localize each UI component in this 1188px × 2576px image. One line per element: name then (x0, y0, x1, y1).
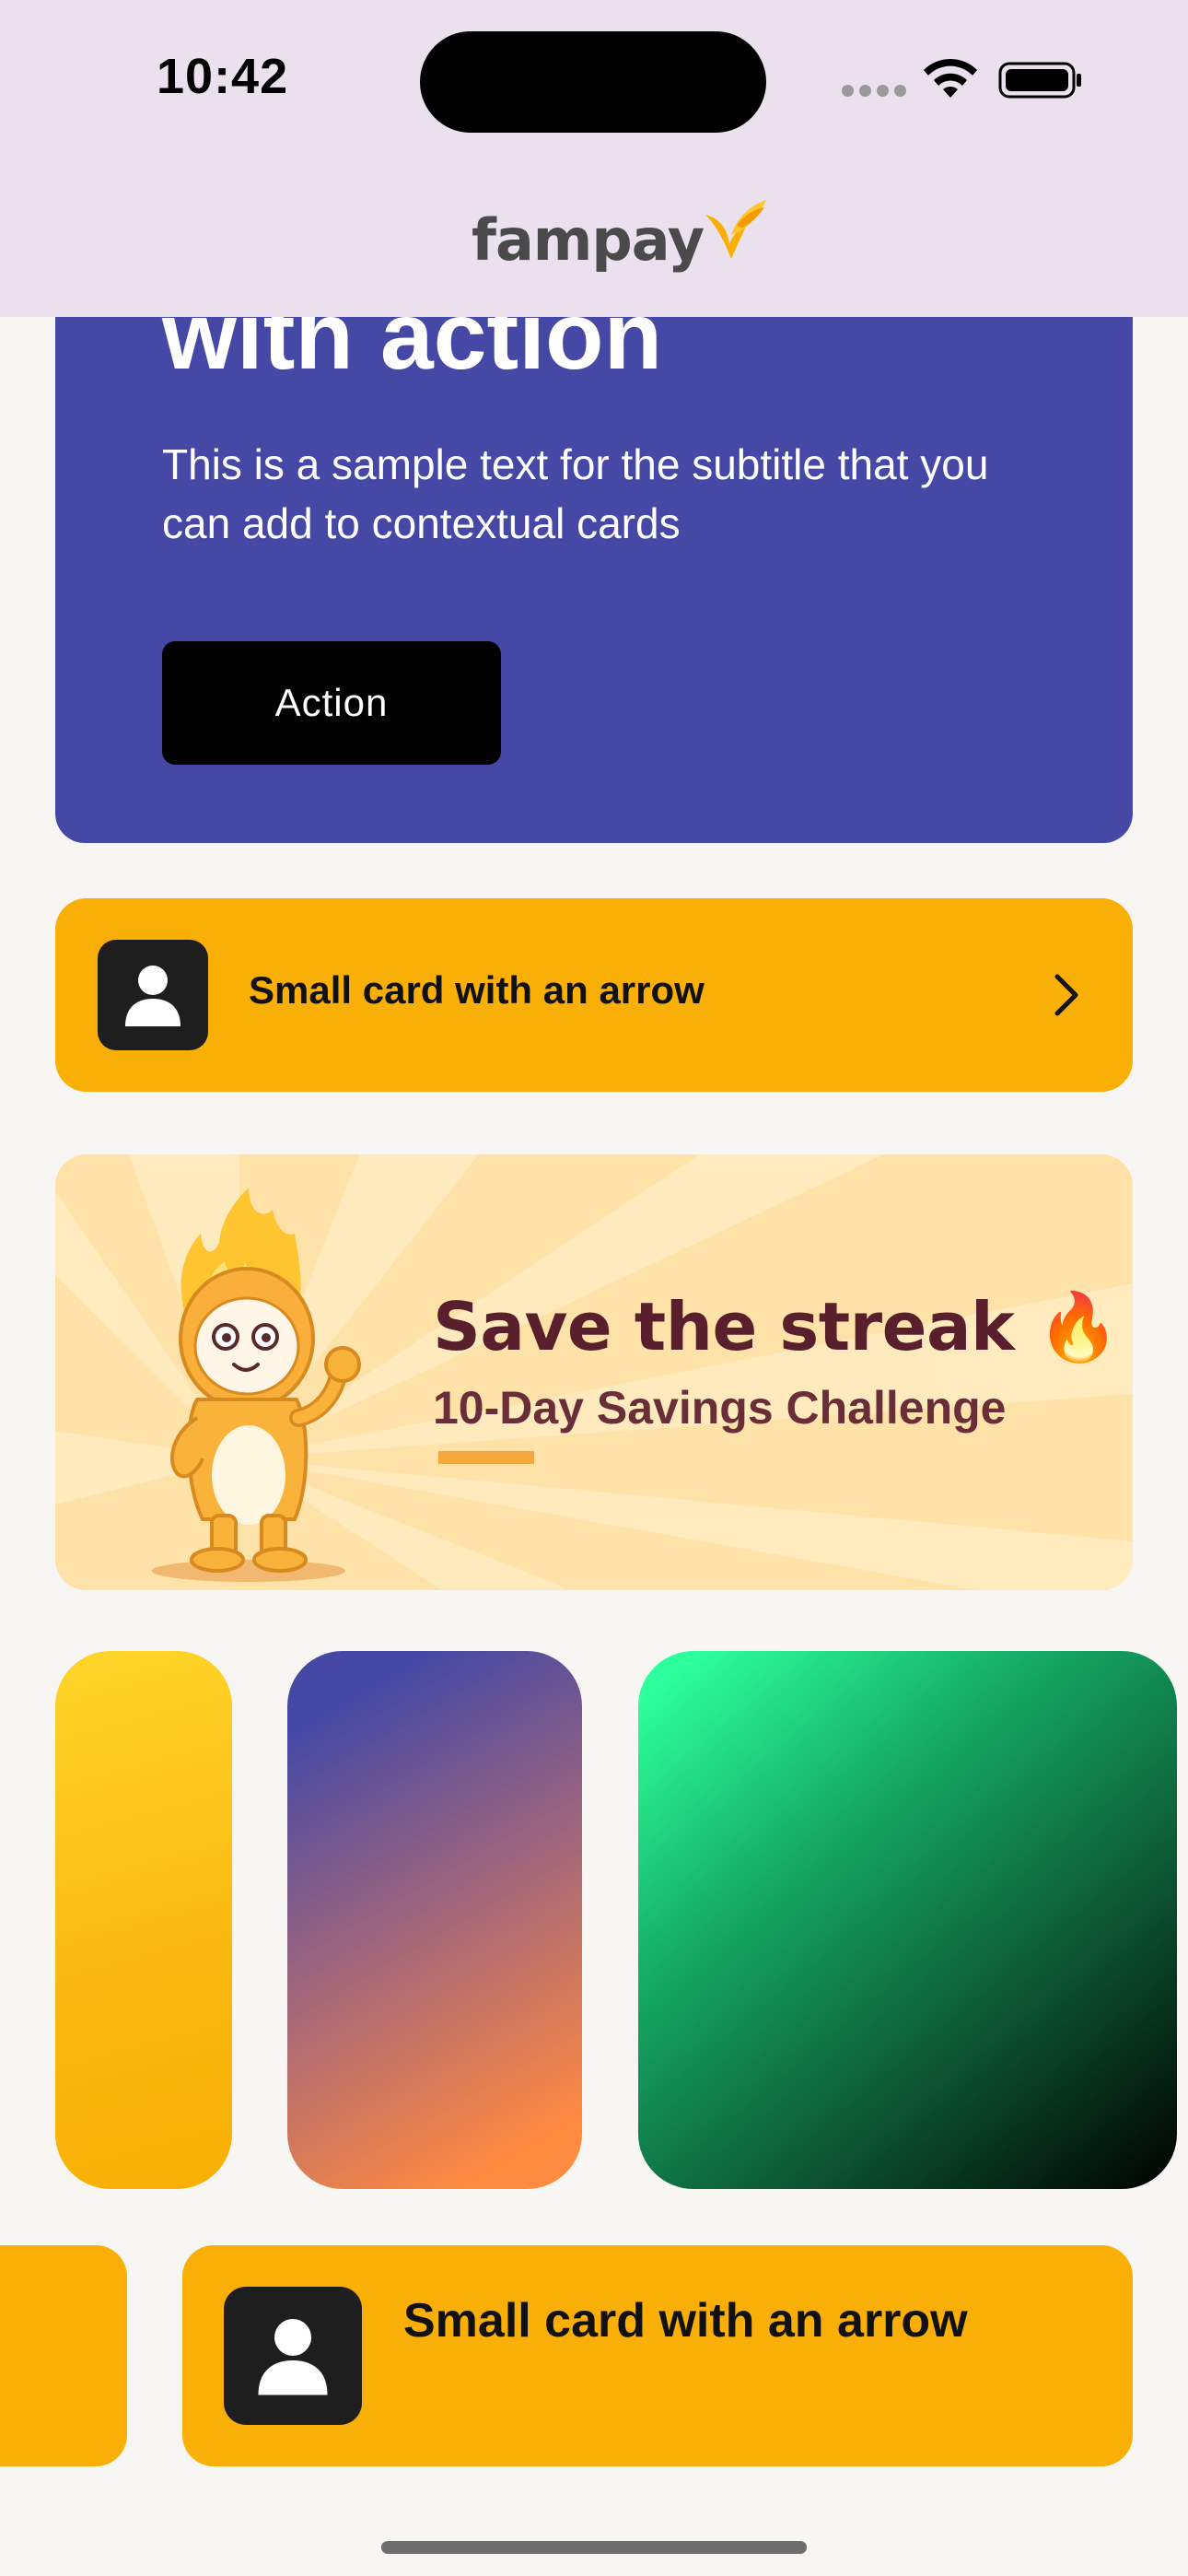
card-subtitle: This is a sample text for the subtitle t… (162, 440, 989, 547)
user-avatar-icon (98, 940, 208, 1050)
save-the-streak-banner[interactable]: Save the streak 🔥 10-Day Savings Challen… (55, 1154, 1133, 1590)
action-button[interactable]: Action (162, 641, 501, 765)
logo-text: fampay (472, 205, 705, 274)
dynamic-island (420, 31, 766, 133)
fampay-logo: fampay (472, 200, 768, 276)
banner-title: Save the streak 🔥 (433, 1288, 1120, 1365)
small-card-with-arrow[interactable]: Small card with an arrow (55, 898, 1133, 1092)
flame-mascot-illustration (152, 1188, 361, 1582)
battery-icon (998, 62, 1081, 99)
cellular-signal-icon (842, 85, 906, 98)
top-bar: 10:42 fampay (0, 0, 1188, 317)
banner-subtitle: 10-Day Savings Challenge (433, 1382, 1007, 1434)
purple-orange-gradient-tile[interactable] (287, 1651, 582, 2189)
chevron-right-icon[interactable] (1041, 969, 1092, 1021)
wifi-icon (924, 58, 977, 98)
small-card-with-arrow-bottom[interactable]: Small card with an arrow (182, 2245, 1133, 2466)
home-indicator[interactable] (381, 2541, 807, 2554)
banner-underline (438, 1451, 534, 1464)
partial-small-card[interactable] (0, 2245, 127, 2466)
status-time: 10:42 (157, 49, 289, 104)
user-avatar-icon (224, 2287, 362, 2425)
bottom-card-label: Small card with an arrow (403, 2294, 968, 2348)
green-black-gradient-tile[interactable] (638, 1651, 1177, 2189)
yellow-gradient-tile[interactable] (55, 1651, 232, 2189)
fampay-bird-logo-icon (705, 200, 767, 259)
small-card-label: Small card with an arrow (249, 968, 705, 1012)
